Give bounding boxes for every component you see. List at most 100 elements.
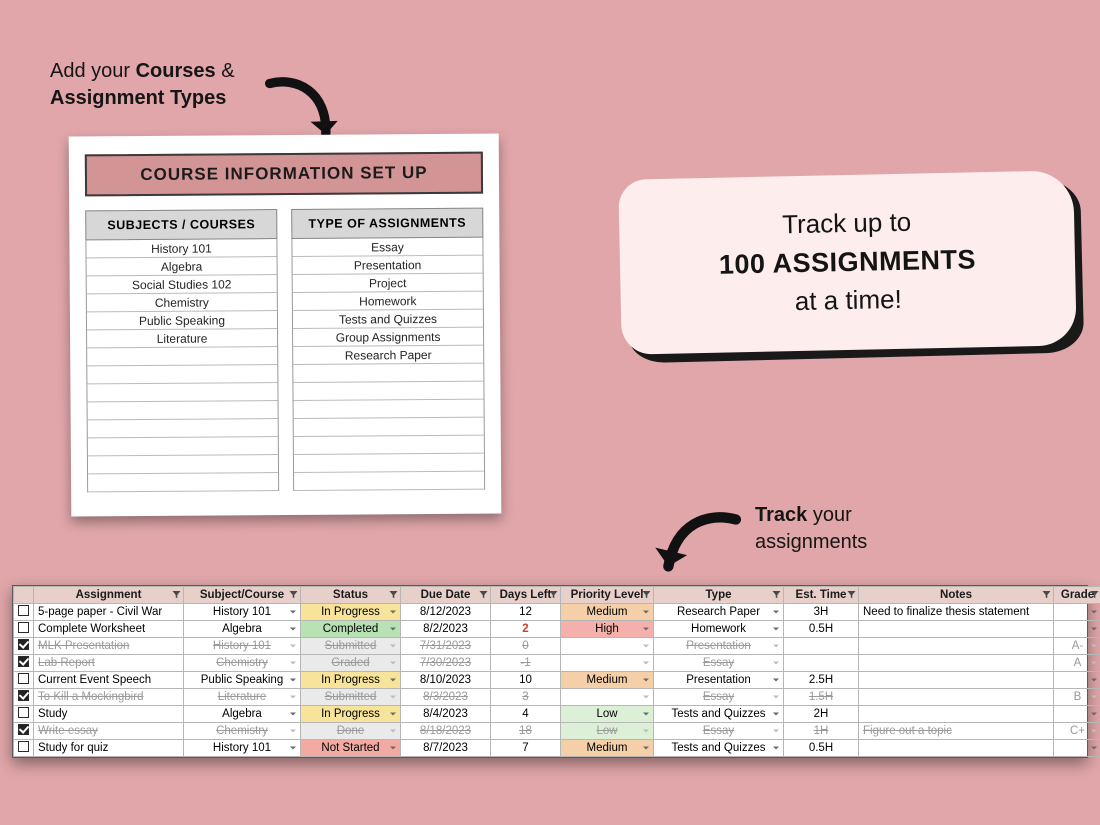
list-item[interactable]: Research Paper [293, 346, 483, 365]
cell-priority[interactable]: High [561, 621, 654, 638]
cell-est[interactable]: 1.5H [784, 689, 859, 706]
cell-grade[interactable]: B [1054, 689, 1100, 706]
cell-grade[interactable] [1054, 604, 1100, 621]
cell-assignment[interactable]: MLK Presentation [34, 638, 184, 655]
cell-type[interactable]: Tests and Quizzes [654, 706, 784, 723]
cell-status[interactable]: Not Started [301, 740, 401, 757]
cell-notes[interactable]: Need to finalize thesis statement [859, 604, 1054, 621]
cell-est[interactable]: 2.5H [784, 672, 859, 689]
cell-due[interactable]: 8/4/2023 [401, 706, 491, 723]
cell-grade[interactable] [1054, 672, 1100, 689]
list-item[interactable] [293, 382, 483, 401]
col-grade[interactable]: Grade [1054, 587, 1100, 604]
cell-assignment[interactable]: Complete Worksheet [34, 621, 184, 638]
list-item[interactable]: Algebra [87, 257, 277, 276]
cell-subject[interactable]: Algebra [184, 621, 301, 638]
row-checkbox[interactable] [14, 621, 34, 638]
cell-due[interactable]: 8/3/2023 [401, 689, 491, 706]
row-checkbox[interactable] [14, 723, 34, 740]
list-item[interactable] [88, 455, 278, 474]
row-checkbox[interactable] [14, 706, 34, 723]
cell-notes[interactable] [859, 621, 1054, 638]
cell-est[interactable]: 2H [784, 706, 859, 723]
list-item[interactable] [294, 472, 484, 491]
cell-priority[interactable]: Low [561, 723, 654, 740]
cell-notes[interactable] [859, 706, 1054, 723]
cell-assignment[interactable]: Lab Report [34, 655, 184, 672]
col-checkbox[interactable] [14, 587, 34, 604]
cell-type[interactable]: Presentation [654, 638, 784, 655]
cell-assignment[interactable]: To Kill a Mockingbird [34, 689, 184, 706]
cell-notes[interactable] [859, 689, 1054, 706]
cell-status[interactable]: Done [301, 723, 401, 740]
col-subject[interactable]: Subject/Course [184, 587, 301, 604]
cell-status[interactable]: Submitted [301, 689, 401, 706]
cell-due[interactable]: 7/31/2023 [401, 638, 491, 655]
cell-due[interactable]: 8/18/2023 [401, 723, 491, 740]
list-item[interactable]: Tests and Quizzes [293, 310, 483, 329]
list-item[interactable] [88, 401, 278, 420]
col-priority[interactable]: Priority Level [561, 587, 654, 604]
cell-grade[interactable] [1054, 740, 1100, 757]
list-item[interactable] [87, 383, 277, 402]
cell-status[interactable]: In Progress [301, 604, 401, 621]
cell-subject[interactable]: Literature [184, 689, 301, 706]
cell-subject[interactable]: Chemistry [184, 723, 301, 740]
cell-subject[interactable]: Algebra [184, 706, 301, 723]
cell-est[interactable] [784, 655, 859, 672]
cell-type[interactable]: Homework [654, 621, 784, 638]
list-item[interactable] [294, 436, 484, 455]
cell-assignment[interactable]: Study for quiz [34, 740, 184, 757]
cell-status[interactable]: Graded [301, 655, 401, 672]
cell-type[interactable]: Research Paper [654, 604, 784, 621]
cell-type[interactable]: Essay [654, 689, 784, 706]
cell-grade[interactable]: A [1054, 655, 1100, 672]
col-status[interactable]: Status [301, 587, 401, 604]
cell-priority[interactable] [561, 689, 654, 706]
cell-est[interactable] [784, 638, 859, 655]
list-item[interactable]: Social Studies 102 [87, 275, 277, 294]
row-checkbox[interactable] [14, 689, 34, 706]
list-item[interactable] [87, 365, 277, 384]
list-item[interactable] [88, 473, 278, 492]
list-item[interactable]: Homework [293, 292, 483, 311]
cell-priority[interactable]: Medium [561, 740, 654, 757]
cell-est[interactable]: 3H [784, 604, 859, 621]
cell-notes[interactable] [859, 638, 1054, 655]
cell-notes[interactable] [859, 672, 1054, 689]
row-checkbox[interactable] [14, 655, 34, 672]
cell-grade[interactable]: A- [1054, 638, 1100, 655]
cell-priority[interactable]: Medium [561, 672, 654, 689]
cell-notes[interactable]: Figure out a topic [859, 723, 1054, 740]
col-est[interactable]: Est. Time [784, 587, 859, 604]
cell-priority[interactable]: Medium [561, 604, 654, 621]
list-item[interactable]: Group Assignments [293, 328, 483, 347]
cell-type[interactable]: Essay [654, 655, 784, 672]
list-item[interactable] [88, 419, 278, 438]
list-item[interactable] [293, 364, 483, 383]
row-checkbox[interactable] [14, 638, 34, 655]
col-notes[interactable]: Notes [859, 587, 1054, 604]
row-checkbox[interactable] [14, 672, 34, 689]
cell-assignment[interactable]: 5-page paper - Civil War [34, 604, 184, 621]
cell-assignment[interactable]: Current Event Speech [34, 672, 184, 689]
cell-type[interactable]: Tests and Quizzes [654, 740, 784, 757]
cell-est[interactable]: 1H [784, 723, 859, 740]
list-item[interactable]: Presentation [293, 256, 483, 275]
cell-grade[interactable] [1054, 706, 1100, 723]
list-item[interactable]: Essay [292, 238, 482, 257]
list-item[interactable]: Literature [87, 329, 277, 348]
cell-subject[interactable]: History 101 [184, 740, 301, 757]
cell-type[interactable]: Essay [654, 723, 784, 740]
list-item[interactable] [294, 400, 484, 419]
cell-due[interactable]: 8/7/2023 [401, 740, 491, 757]
cell-status[interactable]: In Progress [301, 672, 401, 689]
list-item[interactable] [294, 418, 484, 437]
list-item[interactable] [87, 347, 277, 366]
cell-subject[interactable]: History 101 [184, 638, 301, 655]
col-due[interactable]: Due Date [401, 587, 491, 604]
cell-priority[interactable] [561, 638, 654, 655]
list-item[interactable]: Project [293, 274, 483, 293]
cell-notes[interactable] [859, 655, 1054, 672]
cell-status[interactable]: In Progress [301, 706, 401, 723]
